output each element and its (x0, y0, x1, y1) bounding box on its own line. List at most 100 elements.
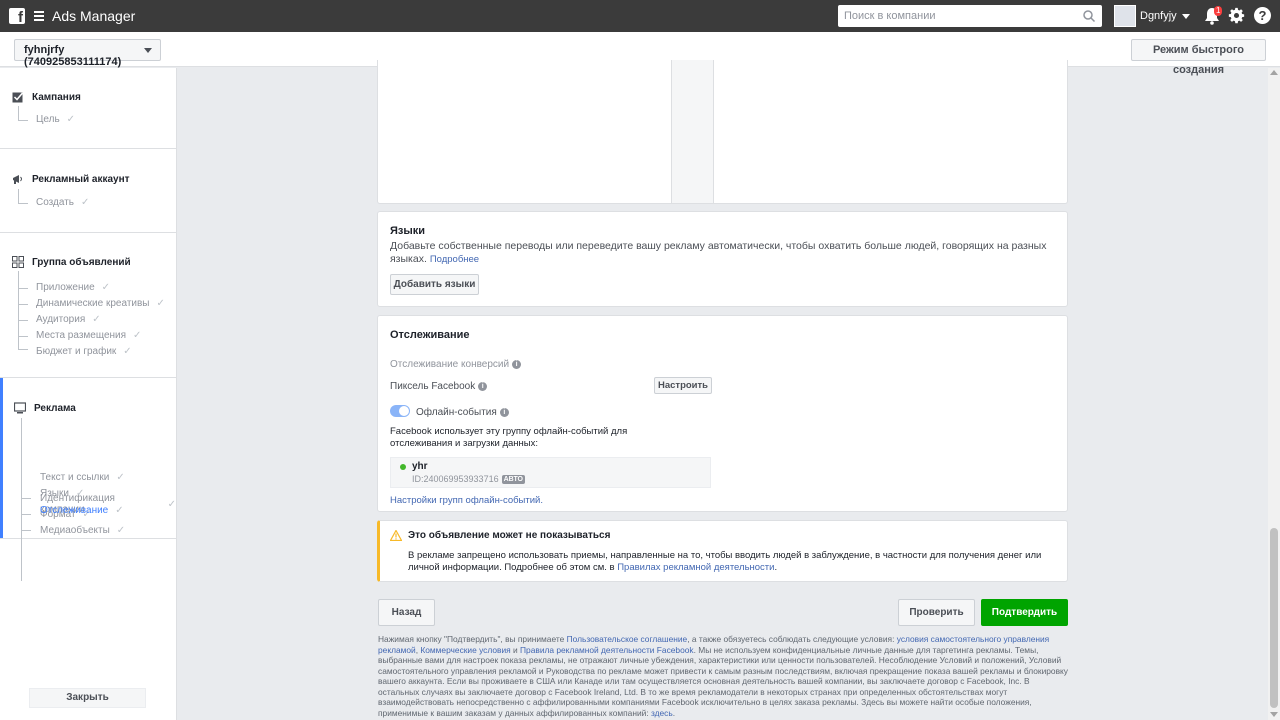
sidebar-heading-label: Группа объявлений (32, 256, 131, 268)
sidebar-section-ad-account: Рекламный аккаунт Создать ✓ (0, 149, 176, 233)
app-title[interactable]: Ads Manager (52, 8, 135, 24)
chevron-down-icon[interactable] (1181, 13, 1190, 19)
event-set-name: yhr (412, 461, 428, 472)
offline-settings-link[interactable]: Настройки групп офлайн-событий. (390, 495, 543, 506)
warning-banner: Это объявление может не показываться В р… (377, 520, 1068, 582)
sidebar-item-text-links[interactable]: Текст и ссылки ✓ (40, 472, 125, 483)
tree-line (18, 320, 28, 321)
preview-divider (671, 60, 714, 203)
warning-icon (390, 530, 402, 541)
top-bar: f Ads Manager Dgnfyjy 1 ? (0, 0, 1280, 32)
add-languages-button[interactable]: Добавить языки (390, 274, 479, 295)
checkmark-icon: ✓ (81, 197, 90, 208)
info-icon[interactable]: i (499, 407, 509, 417)
tree-line (21, 530, 31, 531)
sidebar-item-app[interactable]: Приложение ✓ (36, 282, 110, 293)
user-agreement-link[interactable]: Пользовательское соглашение (567, 634, 688, 644)
checkmark-icon: ✓ (133, 330, 142, 341)
sidebar-item-dynamic-creatives[interactable]: Динамические креативы ✓ (36, 298, 165, 309)
info-icon[interactable]: i (512, 359, 522, 369)
tracking-title: Отслеживание (390, 329, 470, 341)
languages-description: Добавьте собственные переводы или переве… (390, 240, 1047, 265)
ad-policies-link[interactable]: Правилах рекламной деятельности (617, 562, 774, 573)
sidebar-item-media[interactable]: Медиаобъекты ✓ (40, 525, 125, 536)
legal-text: Нажимая кнопку "Подтвердить", вы принима… (378, 634, 1068, 718)
offline-event-set[interactable]: yhr ID:240069953933716 АВТО (390, 457, 711, 488)
setup-pixel-button[interactable]: Настроить (654, 377, 712, 394)
sidebar-heading-ad-account[interactable]: Рекламный аккаунт (12, 173, 130, 185)
offline-events-toggle[interactable] (390, 405, 410, 417)
checkmark-icon: ✓ (116, 525, 126, 536)
commercial-terms-link[interactable]: Коммерческие условия (420, 645, 510, 655)
sidebar-item-create[interactable]: Создать ✓ (36, 197, 89, 208)
sidebar-heading-ad[interactable]: Реклама (14, 402, 76, 414)
checkmark-icon: ✓ (66, 114, 76, 125)
sidebar-heading-campaign[interactable]: Кампания (12, 91, 81, 103)
checkmark-icon: ✓ (167, 498, 176, 510)
tree-line (18, 349, 28, 350)
account-selector[interactable]: fyhnjrfy (740925853111174) (14, 39, 161, 68)
offline-events-label: Офлайн-события i (416, 407, 509, 418)
advertising-policies-link[interactable]: Правила рекламной деятельности Facebook (520, 645, 694, 655)
user-name[interactable]: Dgnfyjy (1140, 10, 1177, 22)
avatar[interactable] (1114, 5, 1136, 27)
scroll-up-icon[interactable] (1270, 70, 1278, 75)
checkmark-icon: ✓ (156, 298, 165, 309)
offline-events-description: Facebook использует эту группу офлайн-со… (390, 426, 628, 449)
tree-line (21, 418, 22, 581)
checkmark-icon: ✓ (92, 314, 101, 325)
languages-title: Языки (390, 225, 426, 237)
tree-line (18, 203, 28, 204)
checkmark-icon: ✓ (101, 282, 111, 293)
more-link[interactable]: Подробнее (430, 254, 479, 265)
status-dot (400, 464, 406, 470)
sidebar-heading-label: Рекламный аккаунт (32, 173, 130, 185)
sidebar-heading-label: Кампания (32, 91, 81, 103)
sidebar-item-placements[interactable]: Места размещения ✓ (36, 330, 141, 341)
info-icon[interactable]: i (478, 381, 488, 391)
conversion-tracking-label: Отслеживание конверсий i (390, 359, 522, 370)
preview-card (377, 60, 1068, 204)
search-input[interactable] (838, 10, 1068, 22)
scrollbar-thumb[interactable] (1270, 528, 1278, 708)
help-icon[interactable]: ? (1254, 7, 1271, 24)
tree-line (21, 498, 31, 499)
sidebar-item-languages[interactable]: Языки ✓ (40, 488, 84, 499)
tree-line (18, 288, 28, 289)
facebook-logo-icon[interactable]: f (9, 8, 25, 26)
scrollbar[interactable] (1268, 68, 1280, 720)
tree-line (18, 189, 19, 203)
warning-title: Это объявление может не показываться (408, 530, 611, 541)
close-button[interactable]: Закрыть (29, 688, 146, 708)
quick-create-button[interactable]: Режим быстрого создания (1131, 39, 1266, 76)
account-name: fyhnjrfy (740925853111174) (24, 44, 122, 68)
user-menu[interactable]: Dgnfyjy (1114, 5, 1190, 27)
warning-text: В рекламе запрещено использовать приемы,… (408, 550, 1042, 573)
active-indicator (0, 378, 3, 538)
sidebar-heading-label: Реклама (34, 402, 76, 414)
auto-badge: АВТО (501, 475, 525, 485)
monitor-icon (14, 402, 26, 414)
sidebar-item-tracking[interactable]: Отслеживание ✓ (40, 505, 124, 516)
sidebar-item-budget[interactable]: Бюджет и график ✓ (36, 346, 132, 357)
sidebar-item-goal[interactable]: Цель ✓ (36, 114, 75, 125)
review-button[interactable]: Проверить (898, 599, 975, 626)
event-set-id: ID:240069953933716 АВТО (412, 474, 525, 485)
tree-line (18, 304, 28, 305)
sidebar-item-audience[interactable]: Аудитория ✓ (36, 314, 101, 325)
chevron-down-icon (144, 48, 152, 53)
sidebar-heading-ad-set[interactable]: Группа объявлений (12, 256, 131, 268)
menu-icon[interactable] (34, 11, 44, 21)
tree-line (18, 120, 28, 121)
tree-line (21, 514, 31, 515)
search-box[interactable] (838, 5, 1102, 27)
checkmark-icon: ✓ (123, 346, 132, 357)
scroll-down-icon[interactable] (1270, 712, 1278, 717)
checkmark-icon: ✓ (75, 488, 85, 499)
back-button[interactable]: Назад (378, 599, 435, 626)
search-icon[interactable] (1082, 9, 1096, 23)
here-link[interactable]: здесь (651, 708, 673, 718)
confirm-button[interactable]: Подтвердить (981, 599, 1068, 626)
pixel-label: Пиксель Facebook i (390, 381, 488, 392)
gear-icon[interactable] (1228, 7, 1245, 24)
